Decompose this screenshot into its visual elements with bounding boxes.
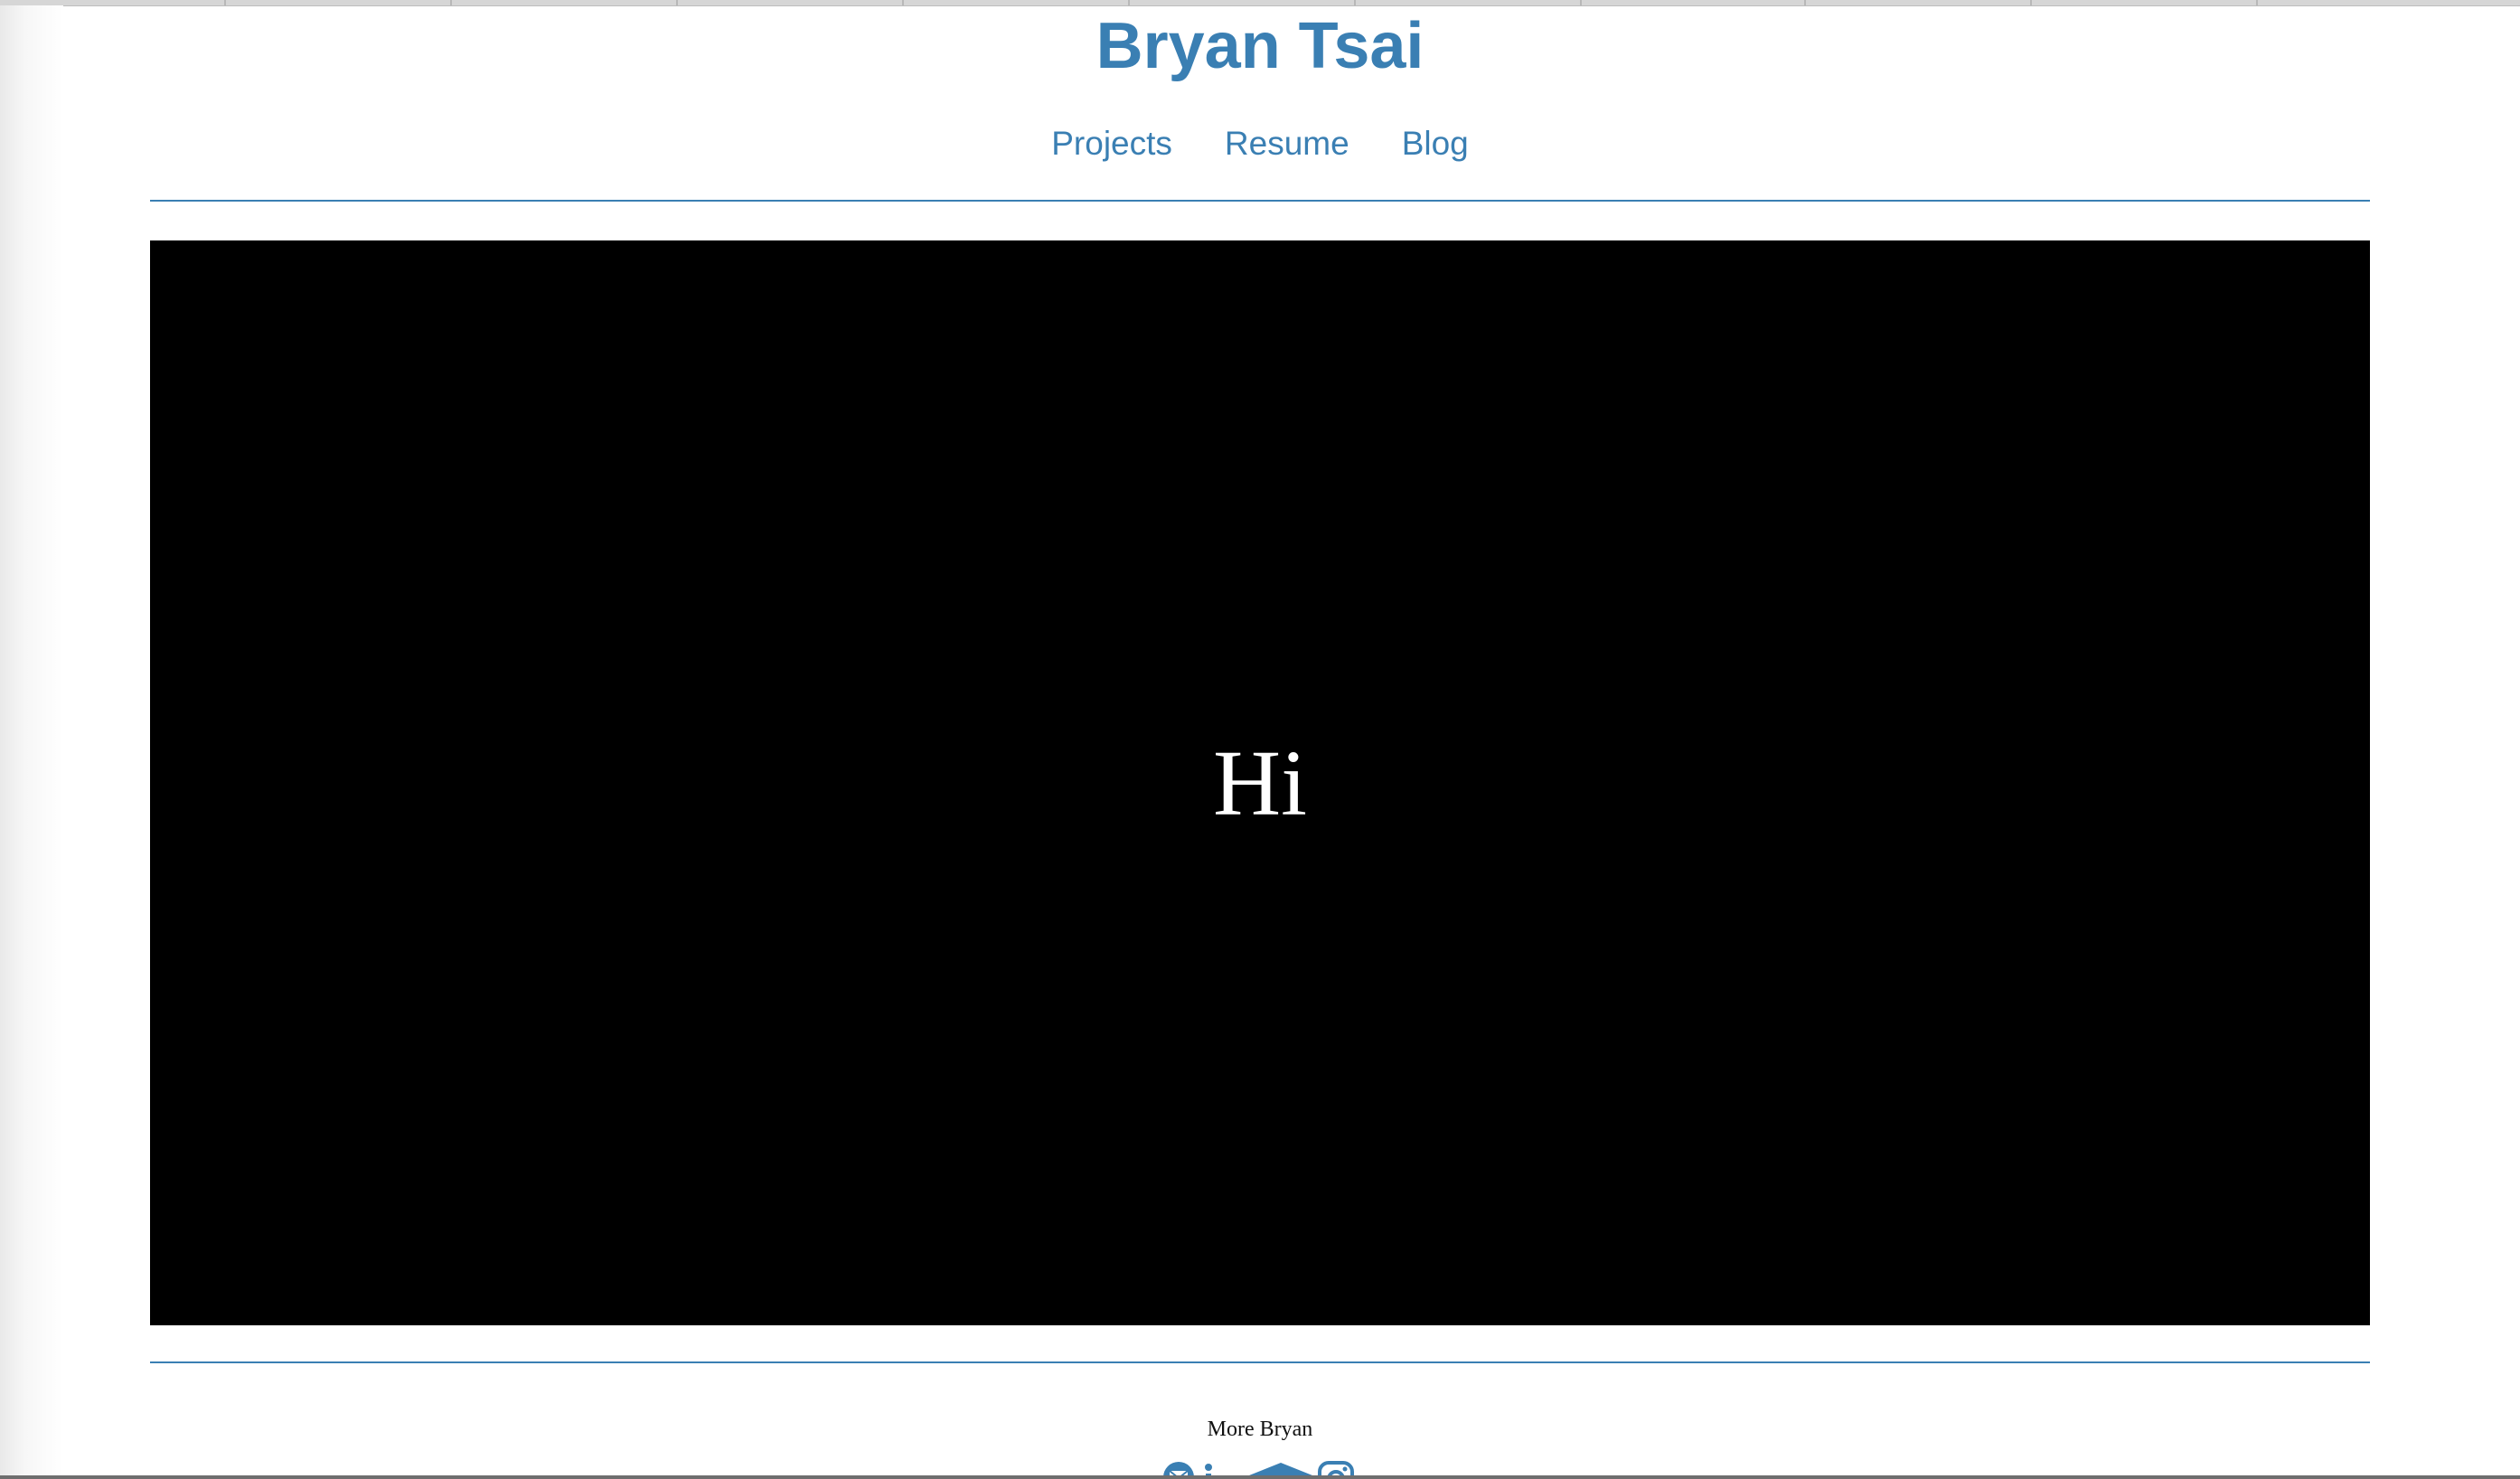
tab-divider bbox=[676, 0, 678, 5]
hero-greeting: Hi bbox=[1213, 730, 1307, 835]
nav-link-blog[interactable]: Blog bbox=[1402, 121, 1469, 166]
header-divider bbox=[150, 200, 2370, 202]
tab-divider bbox=[1580, 0, 1582, 5]
nav-link-resume[interactable]: Resume bbox=[1225, 121, 1349, 166]
site-title-link[interactable]: Bryan Tsai bbox=[0, 7, 2520, 85]
tab-divider bbox=[1804, 0, 1806, 5]
tab-divider bbox=[2256, 0, 2258, 5]
window-edge-shadow bbox=[0, 5, 63, 1479]
tab-divider bbox=[224, 0, 226, 5]
tab-divider bbox=[450, 0, 452, 5]
tab-divider bbox=[1354, 0, 1356, 5]
nav-link-projects[interactable]: Projects bbox=[1051, 121, 1172, 166]
hero-banner: Hi bbox=[150, 240, 2370, 1325]
footer-heading: More Bryan bbox=[1207, 1418, 1313, 1441]
window-bottom-edge bbox=[0, 1475, 2520, 1479]
tab-divider bbox=[902, 0, 904, 5]
footer-divider bbox=[150, 1361, 2370, 1363]
tab-divider bbox=[1128, 0, 1130, 5]
browser-tab-strip-edge bbox=[0, 0, 2520, 6]
main-nav: Projects Resume Blog bbox=[0, 121, 2520, 166]
browser-viewport: Bryan Tsai Projects Resume Blog Hi More … bbox=[0, 0, 2520, 1479]
tab-divider bbox=[2030, 0, 2032, 5]
